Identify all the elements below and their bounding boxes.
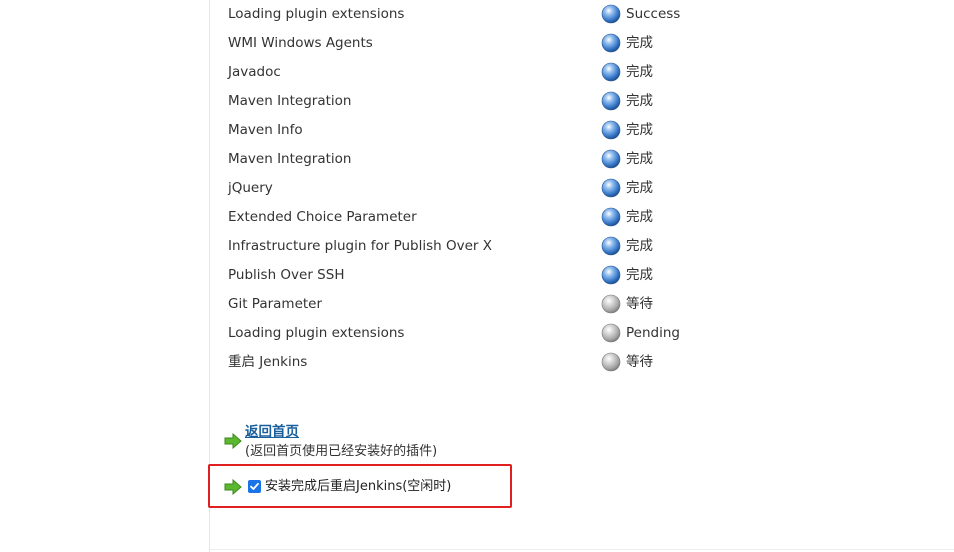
blue-ball-icon: [601, 62, 621, 82]
plugin-row: Maven Integration 完成: [228, 87, 928, 116]
blue-ball-icon: [601, 91, 621, 111]
plugin-name: Infrastructure plugin for Publish Over X: [228, 238, 492, 254]
bottom-divider: [210, 549, 954, 550]
plugin-status-text: 等待: [626, 296, 653, 312]
plugin-name: jQuery: [228, 180, 273, 196]
plugin-row: Git Parameter 等待: [228, 290, 928, 319]
blue-ball-icon: [601, 33, 621, 53]
plugin-install-list: Loading plugin extensions Success WMI Wi…: [228, 0, 928, 377]
plugin-name: Maven Integration: [228, 151, 352, 167]
plugin-name: Extended Choice Parameter: [228, 209, 417, 225]
blue-ball-icon: [601, 265, 621, 285]
plugin-name: Maven Info: [228, 122, 303, 138]
plugin-row: Publish Over SSH 完成: [228, 261, 928, 290]
plugin-row: Infrastructure plugin for Publish Over X…: [228, 232, 928, 261]
plugin-name: Loading plugin extensions: [228, 325, 405, 341]
plugin-status-text: 完成: [626, 209, 653, 225]
grey-ball-icon: [601, 294, 621, 314]
plugin-status-text: Pending: [626, 325, 680, 341]
restart-checkbox[interactable]: [248, 480, 261, 493]
green-arrow-icon: [224, 479, 242, 495]
plugin-name: Publish Over SSH: [228, 267, 345, 283]
green-arrow-icon: [224, 433, 242, 449]
plugin-status-text: 完成: [626, 122, 653, 138]
plugin-name: Loading plugin extensions: [228, 6, 405, 22]
restart-checkbox-label[interactable]: 安装完成后重启Jenkins(空闲时): [265, 478, 451, 496]
plugin-name: Git Parameter: [228, 296, 323, 312]
blue-ball-icon: [601, 149, 621, 169]
plugin-status-text: 完成: [626, 238, 653, 254]
plugin-row: WMI Windows Agents 完成: [228, 29, 928, 58]
plugin-status-text: 完成: [626, 64, 653, 80]
plugin-name: Maven Integration: [228, 93, 352, 109]
plugin-status-text: 完成: [626, 151, 653, 167]
plugin-status-text: 完成: [626, 267, 653, 283]
return-home-description: (返回首页使用已经安装好的插件): [245, 444, 438, 459]
blue-ball-icon: [601, 120, 621, 140]
plugin-row: Maven Integration 完成: [228, 145, 928, 174]
plugin-row: Javadoc 完成: [228, 58, 928, 87]
plugin-row: Maven Info 完成: [228, 116, 928, 145]
plugin-row: jQuery 完成: [228, 174, 928, 203]
grey-ball-icon: [601, 323, 621, 343]
plugin-row: Loading plugin extensions Pending: [228, 319, 928, 348]
plugin-status-text: 完成: [626, 180, 653, 196]
plugin-status-text: 完成: [626, 93, 653, 109]
blue-ball-icon: [601, 178, 621, 198]
plugin-row: Extended Choice Parameter 完成: [228, 203, 928, 232]
plugin-row: Loading plugin extensions Success: [228, 0, 928, 29]
checkmark-icon: [250, 482, 259, 490]
grey-ball-icon: [601, 352, 621, 372]
blue-ball-icon: [601, 207, 621, 227]
plugin-name: WMI Windows Agents: [228, 35, 373, 51]
plugin-status-text: Success: [626, 6, 681, 22]
plugin-name: Javadoc: [228, 64, 281, 80]
plugin-name: 重启 Jenkins: [228, 354, 308, 370]
return-home-link[interactable]: 返回首页: [245, 423, 299, 441]
plugin-row: 重启 Jenkins 等待: [228, 348, 928, 377]
plugin-status-text: 等待: [626, 354, 653, 370]
plugin-status-text: 完成: [626, 35, 653, 51]
blue-ball-icon: [601, 4, 621, 24]
blue-ball-icon: [601, 236, 621, 256]
